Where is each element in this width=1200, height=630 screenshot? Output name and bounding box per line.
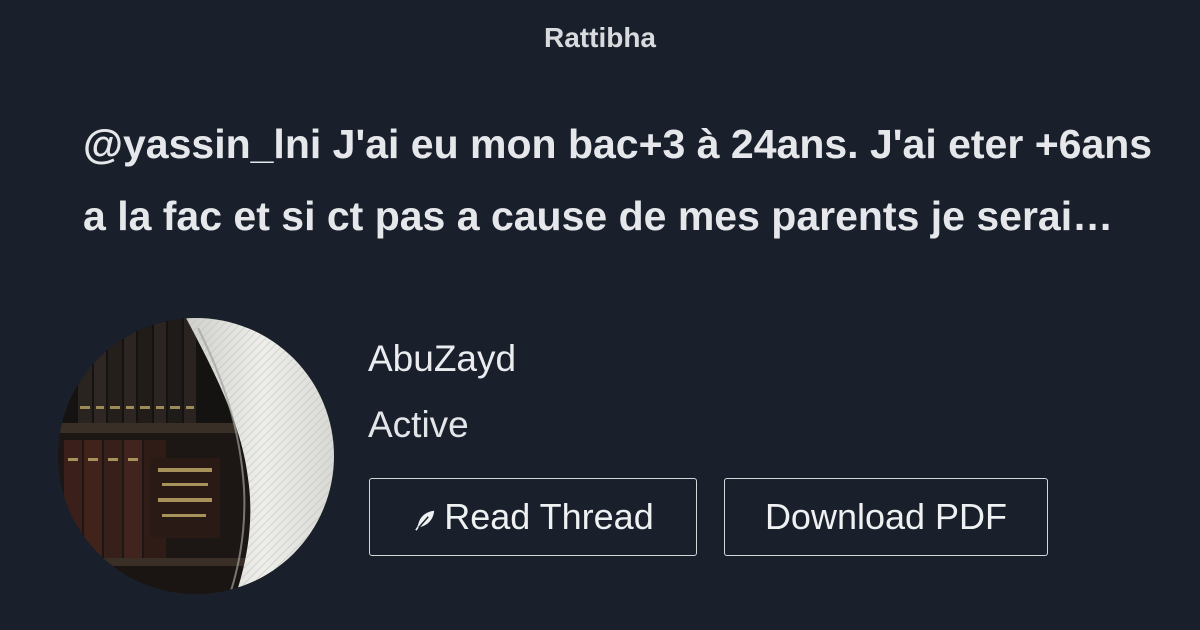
author-status: Active <box>368 404 469 445</box>
read-thread-button[interactable]: Read Thread <box>369 478 697 556</box>
thread-title: @yassin_lni J'ai eu mon bac+3 à 24ans. J… <box>83 121 1153 239</box>
site-brand[interactable]: Rattibha <box>0 20 1200 56</box>
author-avatar <box>58 318 334 594</box>
author-name[interactable]: AbuZayd <box>368 336 516 382</box>
download-pdf-button[interactable]: Download PDF <box>724 478 1048 556</box>
feather-icon <box>412 507 438 533</box>
read-thread-label: Read Thread <box>444 496 654 537</box>
download-pdf-label: Download PDF <box>764 496 1008 537</box>
